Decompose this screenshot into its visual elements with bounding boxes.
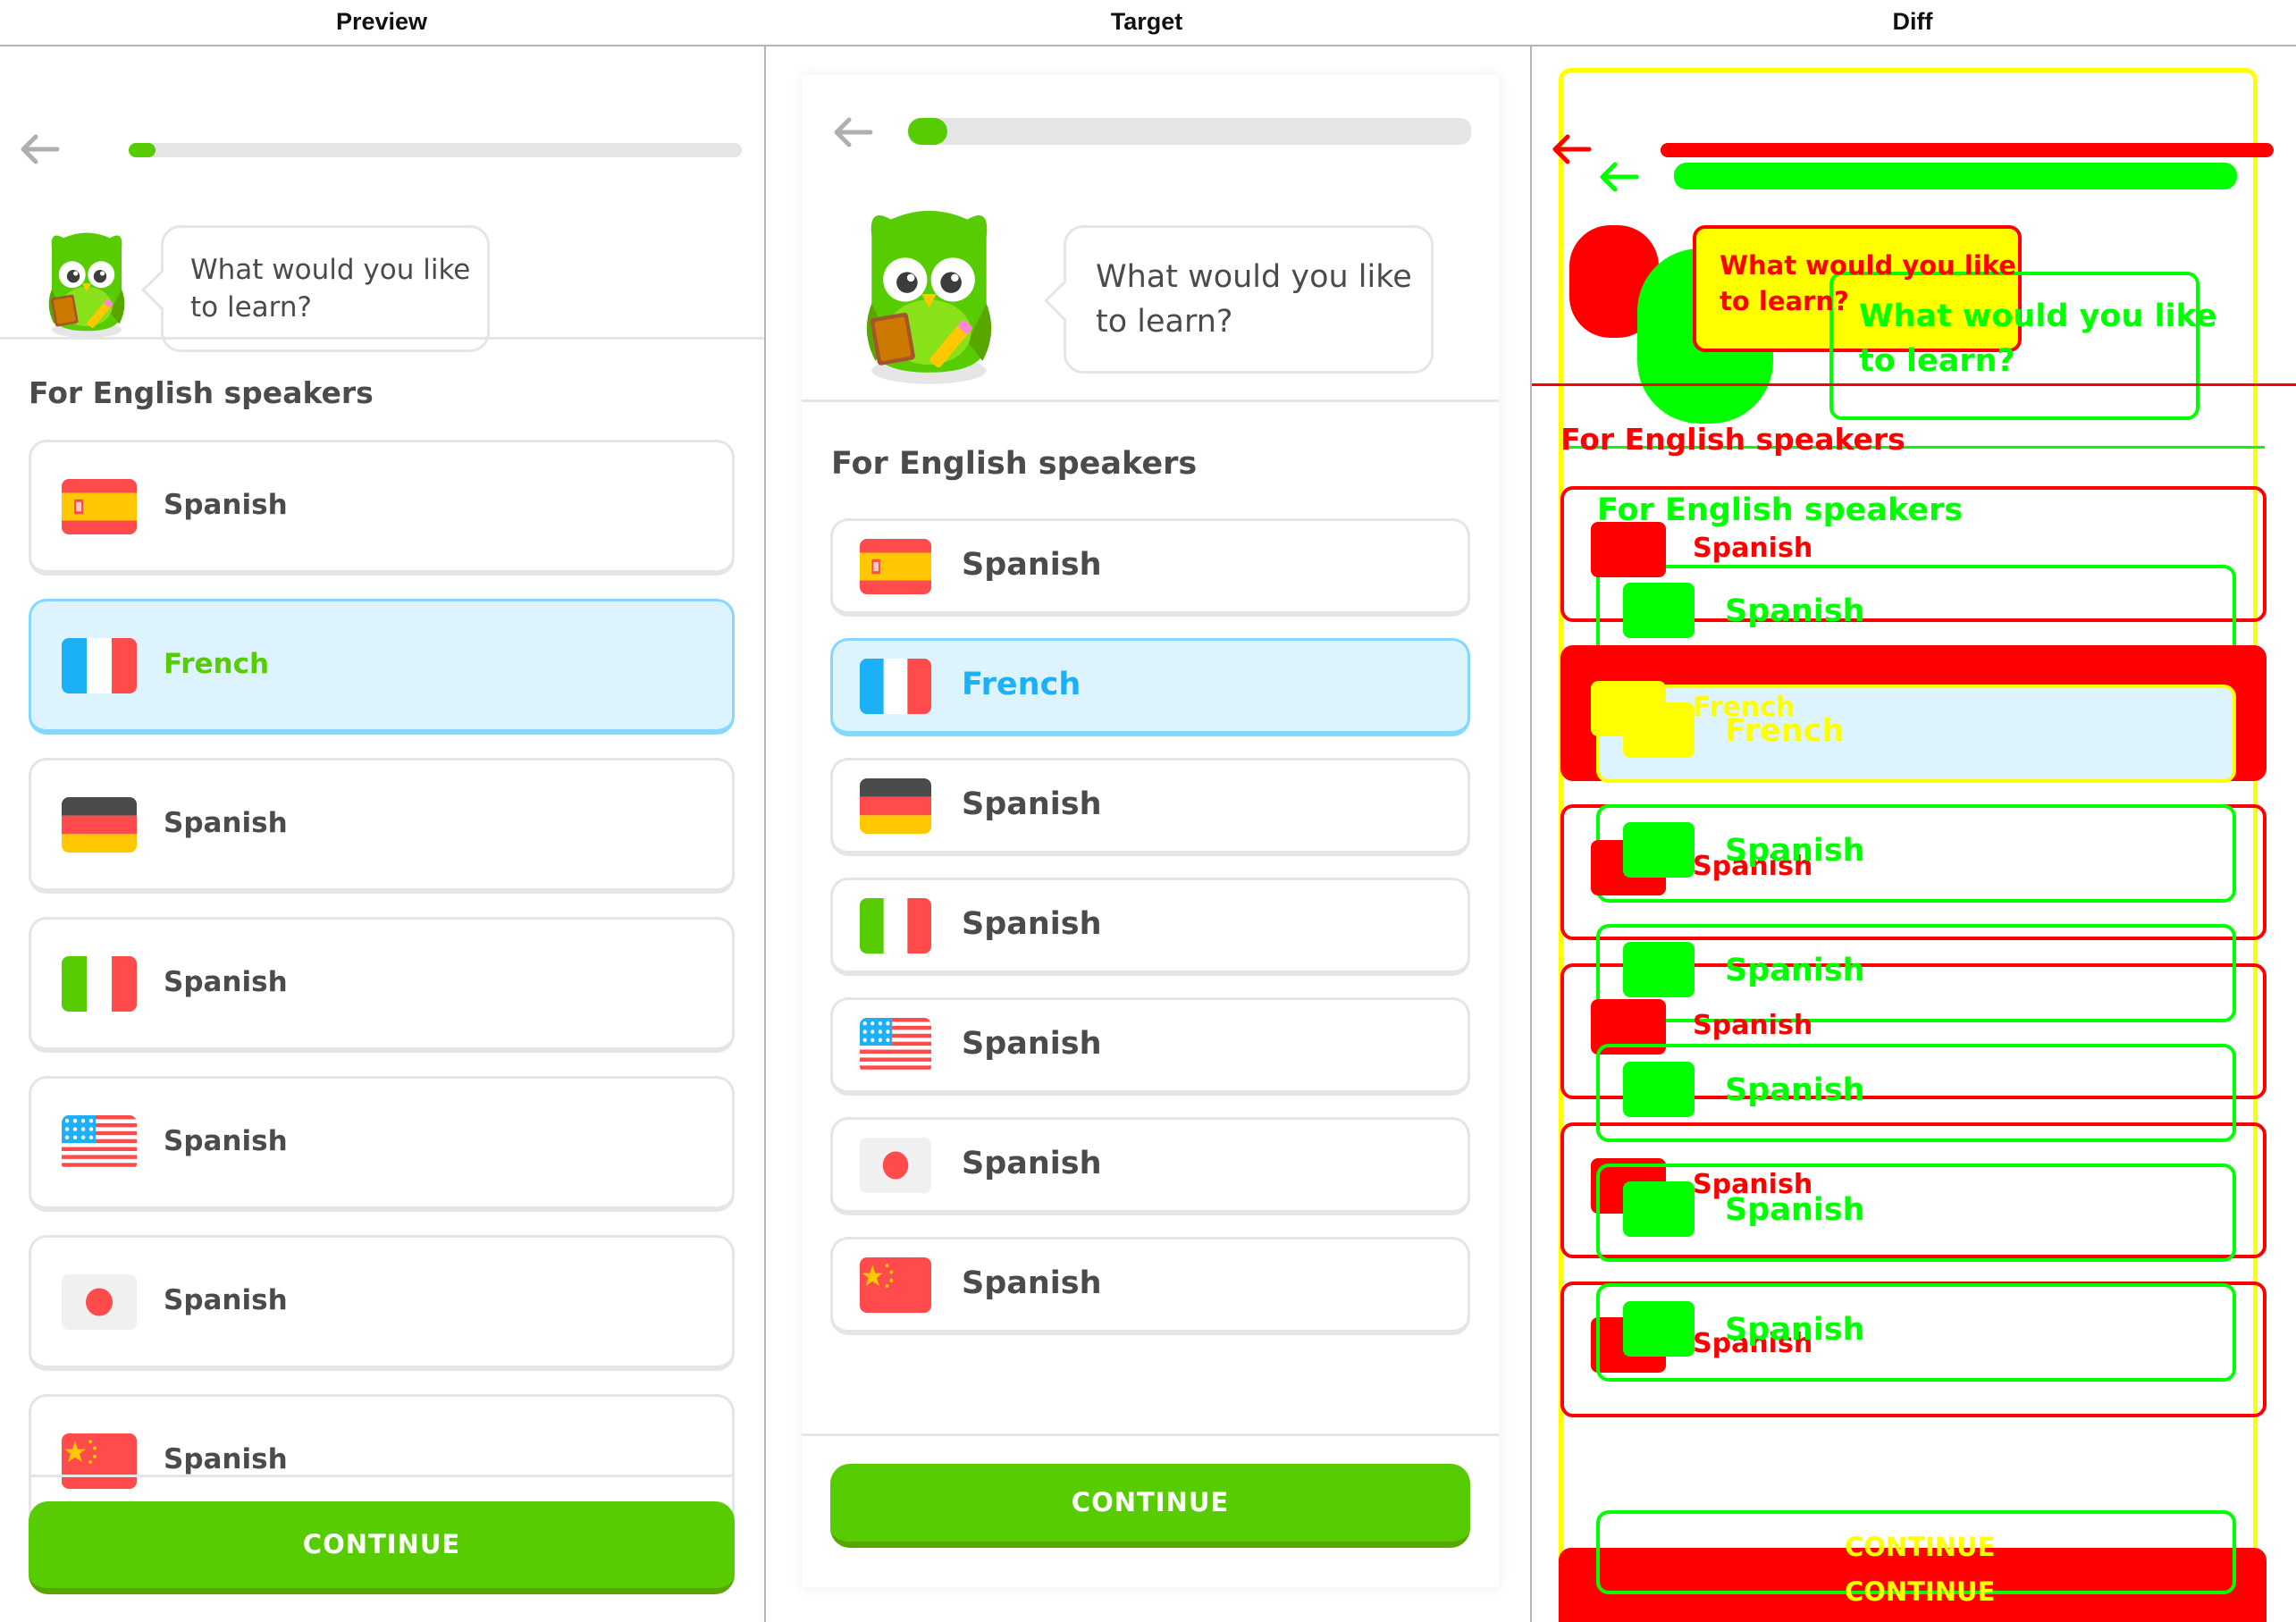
france-flag-icon	[860, 658, 931, 714]
language-option-label: Spanish	[164, 807, 288, 840]
language-option-label: Spanish	[1725, 593, 1865, 629]
prompt-line-1: What would you like	[190, 254, 471, 286]
italy-flag-icon	[860, 897, 931, 954]
owl-mascot-icon	[851, 198, 1007, 390]
header-divider	[0, 337, 764, 340]
continue-label: CONTINUE	[1845, 1532, 1996, 1562]
flag-diff	[1623, 1181, 1695, 1237]
japan-flag-icon	[62, 1273, 137, 1330]
language-option-label: Spanish	[1725, 953, 1865, 988]
back-arrow-icon	[1599, 161, 1640, 193]
japan-flag-icon	[860, 1137, 931, 1193]
language-option-label: Spanish	[962, 1025, 1102, 1062]
language-option[interactable]: Spanish	[830, 1237, 1470, 1335]
spain-flag-icon	[62, 478, 137, 534]
italy-flag-icon	[62, 955, 137, 1012]
language-option[interactable]: Spanish	[830, 1117, 1470, 1215]
preview-column-label: Preview	[335, 8, 428, 35]
language-option-label: Spanish	[962, 786, 1102, 822]
back-arrow-icon	[1552, 133, 1593, 165]
prompt-line-2: to learn?	[1096, 304, 1233, 340]
speech-bubble: What would you like to learn?	[141, 225, 490, 352]
flag-diff	[1591, 522, 1666, 577]
language-option-label: Spanish	[164, 1284, 288, 1317]
language-option-label: Spanish	[1725, 1312, 1865, 1348]
spain-flag-icon	[860, 538, 931, 594]
language-option[interactable]: French	[830, 638, 1470, 736]
language-option-label: Spanish	[962, 546, 1102, 583]
header-divider	[802, 399, 1499, 402]
comparison-header: Preview Target Diff	[0, 0, 2296, 46]
language-option[interactable]: Spanish	[29, 440, 735, 576]
language-option-label: French	[1725, 713, 1845, 749]
flag-diff	[1623, 822, 1695, 878]
progress-bar	[129, 143, 742, 157]
progress-fill	[908, 118, 947, 145]
germany-flag-icon	[62, 796, 137, 853]
language-option-label: Spanish	[164, 966, 288, 999]
language-option-label: Spanish	[962, 1265, 1102, 1301]
prompt-line-2: to learn?	[1720, 286, 1849, 316]
continue-button[interactable]: CONTINUE	[29, 1501, 735, 1594]
language-option[interactable]: Spanish	[29, 758, 735, 894]
divider-diff	[1532, 383, 2296, 386]
language-option-label: Spanish	[1693, 1010, 1813, 1041]
prompt-line-1: What would you like	[1096, 259, 1412, 295]
china-flag-icon	[62, 1433, 137, 1489]
target-column-label: Target	[1110, 8, 1183, 35]
progress-diff	[1674, 163, 2237, 189]
owl-mascot-icon	[34, 225, 139, 341]
china-flag-icon	[860, 1256, 931, 1313]
language-option[interactable]: French	[29, 599, 735, 735]
flag-diff	[1623, 583, 1695, 638]
language-option[interactable]: Spanish	[830, 518, 1470, 617]
language-option[interactable]: Spanish	[830, 758, 1470, 856]
diff-column-label: Diff	[1892, 8, 1933, 35]
back-arrow-icon[interactable]	[833, 116, 874, 148]
language-option-label: Spanish	[164, 489, 288, 522]
language-option[interactable]: Spanish	[830, 997, 1470, 1096]
language-option-label: Spanish	[1693, 533, 1813, 564]
prompt-line-2: to learn?	[1859, 343, 2015, 379]
prompt-line-1: What would you like	[1859, 298, 2217, 334]
target-panel: What would you like to learn? For English …	[766, 46, 1530, 1622]
flag-diff	[1623, 1301, 1695, 1357]
progress-diff	[1661, 143, 2274, 157]
language-option[interactable]: Spanish	[29, 1235, 735, 1371]
preview-panel: What would you like to learn? For English …	[0, 46, 764, 1622]
language-option-label: French	[164, 648, 270, 681]
flag-diff	[1623, 702, 1695, 758]
section-title: For English speakers	[29, 375, 374, 410]
speech-bubble: What would you like to learn?	[1044, 225, 1434, 374]
footer-divider	[29, 1475, 735, 1477]
continue-label: CONTINUE	[1845, 1576, 1996, 1607]
language-option-label: French	[962, 666, 1081, 702]
footer-divider	[802, 1433, 1499, 1436]
progress-bar	[908, 118, 1471, 145]
section-title: For English speakers	[831, 446, 1198, 482]
language-option[interactable]: Spanish	[29, 1076, 735, 1212]
germany-flag-icon	[860, 777, 931, 834]
language-option-label: Spanish	[1725, 833, 1865, 869]
usa-flag-icon	[860, 1017, 931, 1073]
section-title: For English speakers	[1560, 422, 1905, 457]
language-option-label: Spanish	[164, 1443, 288, 1476]
diff-panel: What would you like to learn? What would y…	[1532, 46, 2296, 1622]
back-arrow-icon[interactable]	[20, 133, 61, 165]
language-option-label: Spanish	[1725, 1072, 1865, 1108]
language-option-label: Spanish	[164, 1125, 288, 1158]
prompt-line-2: to learn?	[190, 291, 312, 324]
language-option-label: Spanish	[962, 1145, 1102, 1181]
language-option-label: Spanish	[1725, 1192, 1865, 1228]
language-option[interactable]: Spanish	[830, 878, 1470, 976]
prompt-line-1: What would you like	[1720, 250, 2016, 281]
flag-diff	[1623, 1062, 1695, 1117]
progress-fill	[129, 143, 156, 157]
language-option[interactable]: Spanish	[29, 917, 735, 1053]
usa-flag-icon	[62, 1114, 137, 1171]
france-flag-icon	[62, 637, 137, 693]
flag-diff	[1623, 942, 1695, 997]
language-option-label: Spanish	[962, 905, 1102, 942]
continue-button[interactable]: CONTINUE	[830, 1464, 1470, 1548]
